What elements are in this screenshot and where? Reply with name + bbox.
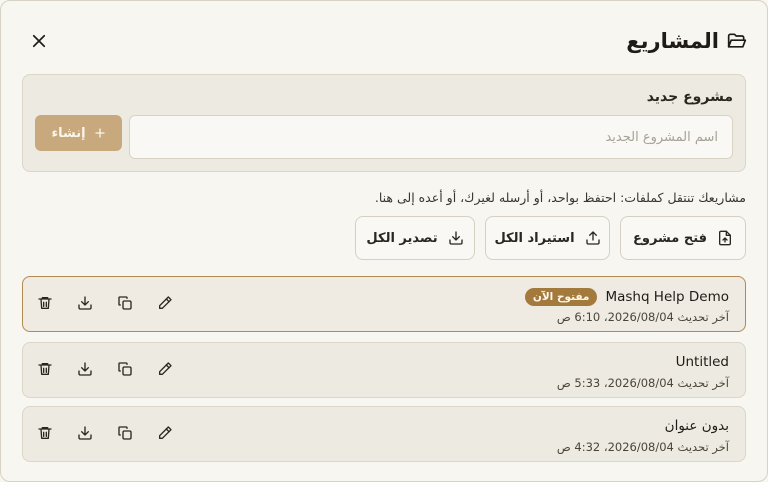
download-button[interactable] (73, 421, 97, 445)
rename-button[interactable] (153, 291, 177, 315)
copy-icon (118, 296, 132, 310)
pencil-icon (159, 296, 172, 309)
open-now-badge: مفتوح الآن (524, 288, 598, 306)
project-name-input[interactable] (129, 115, 733, 159)
open-project-label: فتح مشروع (632, 230, 708, 246)
new-project-panel: مشروع جديد إنشاء (22, 74, 746, 172)
copy-icon (118, 426, 132, 440)
project-name: بدون عنوان (664, 418, 729, 434)
delete-button[interactable] (33, 291, 57, 315)
page-title: المشاريع (626, 29, 719, 53)
open-project-button[interactable]: فتح مشروع (620, 216, 746, 260)
duplicate-button[interactable] (113, 357, 137, 381)
project-name: Untitled (675, 354, 729, 370)
project-name: Mashq Help Demo (605, 289, 729, 305)
project-updated: آخر تحديث 2026/08/04، 6:10 ص (556, 310, 729, 324)
download-icon (448, 231, 463, 245)
export-all-label: تصدير الكل (366, 230, 438, 246)
trash-icon (38, 297, 52, 309)
trash-icon (38, 363, 52, 375)
project-updated: آخر تحديث 2026/08/04، 5:33 ص (556, 376, 729, 390)
project-title: Untitled (676, 354, 729, 370)
project-actions (33, 421, 177, 445)
project-row[interactable]: بدون عنوان آخر تحديث 2026/08/04، 4:32 ص (22, 406, 746, 462)
close-button[interactable] (23, 25, 55, 57)
rename-button[interactable] (153, 357, 177, 381)
plus-icon (94, 128, 105, 138)
project-title: بدون عنوان (665, 418, 729, 434)
project-actions (33, 291, 177, 315)
hint-text: مشاريعك تنتقل كملفات: احتفظ بواحد، أو أر… (374, 190, 746, 205)
project-title: Mashq Help Demo مفتوح الآن (524, 288, 729, 306)
action-bar: فتح مشروع استيراد الكل تصدير الكل (355, 216, 746, 260)
create-button[interactable]: إنشاء (35, 115, 122, 151)
project-row[interactable]: Mashq Help Demo مفتوح الآن آخر تحديث 202… (22, 276, 746, 332)
new-project-label: مشروع جديد (646, 89, 733, 105)
download-icon (78, 362, 92, 376)
duplicate-button[interactable] (113, 291, 137, 315)
delete-button[interactable] (33, 421, 57, 445)
delete-button[interactable] (33, 357, 57, 381)
duplicate-button[interactable] (113, 421, 137, 445)
create-button-label: إنشاء (51, 125, 86, 141)
project-row[interactable]: Untitled آخر تحديث 2026/08/04، 5:33 ص (22, 342, 746, 398)
file-upload-icon (719, 230, 732, 246)
dialog-header: المشاريع (23, 25, 747, 57)
folder-icon (727, 31, 747, 51)
import-all-button[interactable]: استيراد الكل (485, 216, 610, 260)
pencil-icon (159, 362, 172, 375)
upload-icon (585, 231, 600, 245)
download-icon (78, 426, 92, 440)
project-updated: آخر تحديث 2026/08/04، 4:32 ص (556, 440, 729, 454)
close-icon (32, 34, 46, 48)
projects-dialog: المشاريع مشروع جديد إنشاء مشاريعك تنتقل … (0, 0, 768, 482)
title-wrap: المشاريع (626, 29, 747, 53)
download-button[interactable] (73, 357, 97, 381)
copy-icon (118, 362, 132, 376)
import-all-label: استيراد الكل (494, 230, 575, 246)
rename-button[interactable] (153, 421, 177, 445)
download-button[interactable] (73, 291, 97, 315)
export-all-button[interactable]: تصدير الكل (355, 216, 475, 260)
project-actions (33, 357, 177, 381)
download-icon (78, 296, 92, 310)
trash-icon (38, 427, 52, 439)
pencil-icon (159, 426, 172, 439)
